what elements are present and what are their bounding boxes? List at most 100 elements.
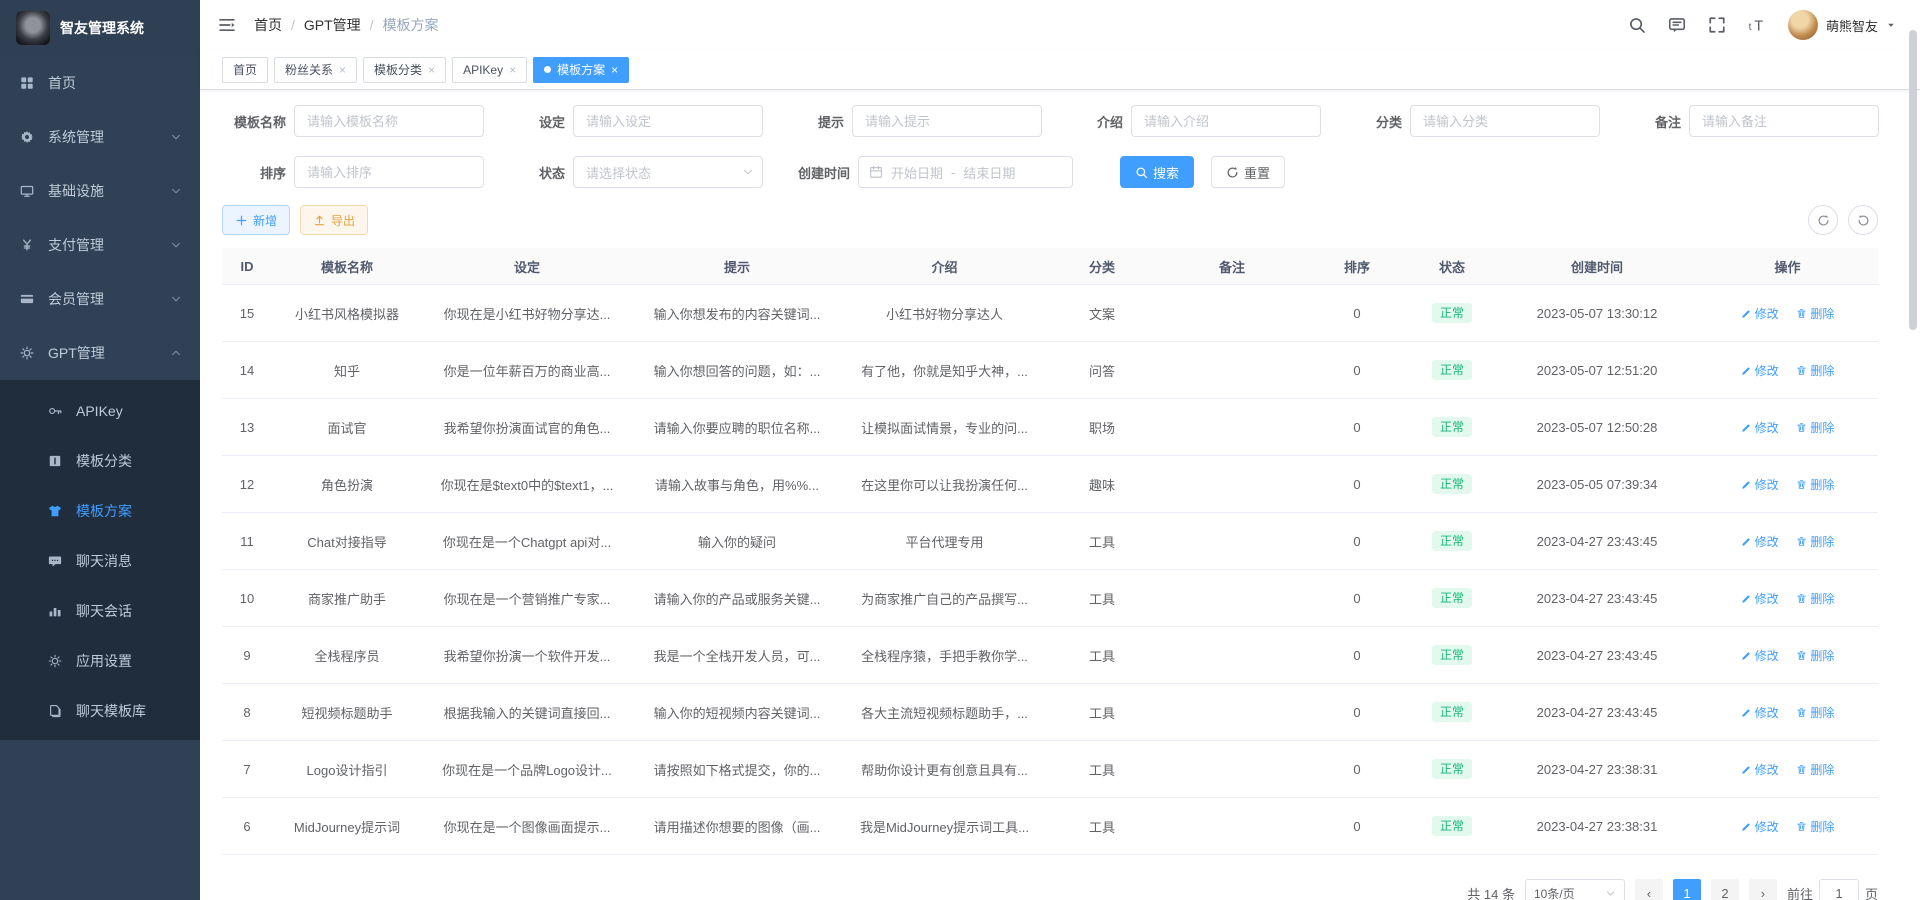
close-icon[interactable]: × <box>509 64 516 76</box>
sidebar-item-apikey[interactable]: APIKey <box>0 386 200 436</box>
fullscreen-icon[interactable] <box>1708 16 1726 34</box>
edit-link[interactable]: 修改 <box>1741 533 1779 550</box>
caret-down-icon <box>1886 20 1896 30</box>
cell-id: 12 <box>222 477 272 492</box>
delete-link[interactable]: 删除 <box>1796 533 1834 550</box>
breadcrumb: 首页 / GPT管理 / 模板方案 <box>254 15 439 35</box>
sidebar-item-home[interactable]: 首页 <box>0 56 200 110</box>
cell-intro: 在这里你可以让我扮演任何... <box>842 475 1047 494</box>
filter-sort-input[interactable] <box>294 156 484 188</box>
sidebar-item-chat-template-lib[interactable]: 聊天模板库 <box>0 686 200 736</box>
sidebar-item-template-category[interactable]: 模板分类 <box>0 436 200 486</box>
tab-label: 首页 <box>233 61 257 78</box>
export-button[interactable]: 导出 <box>300 205 368 235</box>
delete-link[interactable]: 删除 <box>1796 305 1834 322</box>
filter-category-input[interactable] <box>1410 105 1600 137</box>
filter-status-select[interactable]: 请选择状态 <box>573 156 763 188</box>
delete-link[interactable]: 删除 <box>1796 761 1834 778</box>
filter-remark-input[interactable] <box>1689 105 1879 137</box>
status-badge: 正常 <box>1432 303 1472 323</box>
sidebar-item-chat-message[interactable]: 聊天消息 <box>0 536 200 586</box>
library-icon <box>48 704 62 718</box>
tab-fans-relation[interactable]: 粉丝关系 × <box>274 57 357 83</box>
filter-setting-input[interactable] <box>573 105 763 137</box>
delete-link[interactable]: 删除 <box>1796 476 1834 493</box>
delete-link[interactable]: 删除 <box>1796 818 1834 835</box>
next-page-button[interactable]: › <box>1749 879 1777 900</box>
cell-name: 商家推广助手 <box>272 589 422 608</box>
page-size-select[interactable]: 10条/页 <box>1525 879 1625 900</box>
tab-template-category[interactable]: 模板分类 × <box>363 57 446 83</box>
sidebar-item-template-plan[interactable]: 模板方案 <box>0 486 200 536</box>
breadcrumb-current: 模板方案 <box>383 15 439 35</box>
message-icon[interactable] <box>1668 16 1686 34</box>
table-row: 7 Logo设计指引 你现在是一个品牌Logo设计... 请按照如下格式提交，你… <box>222 741 1878 798</box>
vertical-scrollbar-thumb[interactable] <box>1909 30 1917 330</box>
pencil-icon <box>1741 365 1752 376</box>
breadcrumb-separator: / <box>291 17 295 33</box>
delete-link[interactable]: 删除 <box>1796 362 1834 379</box>
tab-template-plan[interactable]: 模板方案 × <box>533 57 629 83</box>
filter-category-field: 分类 <box>1338 105 1600 137</box>
edit-link[interactable]: 修改 <box>1741 704 1779 721</box>
page-button-1[interactable]: 1 <box>1673 879 1701 900</box>
edit-link[interactable]: 修改 <box>1741 476 1779 493</box>
close-icon[interactable]: × <box>339 64 346 76</box>
user-menu[interactable]: 萌熊智友 <box>1788 10 1896 40</box>
tab-home[interactable]: 首页 <box>222 57 268 83</box>
prev-page-button[interactable]: ‹ <box>1635 879 1663 900</box>
filter-name-input[interactable] <box>294 105 484 137</box>
close-icon[interactable]: × <box>428 64 435 76</box>
status-badge: 正常 <box>1432 417 1472 437</box>
close-icon[interactable]: × <box>611 64 618 76</box>
edit-link[interactable]: 修改 <box>1741 590 1779 607</box>
tab-label: 模板分类 <box>374 61 422 78</box>
delete-link[interactable]: 删除 <box>1796 704 1834 721</box>
edit-link[interactable]: 修改 <box>1741 818 1779 835</box>
filter-setting-field: 设定 <box>501 105 763 137</box>
font-size-icon[interactable]: tT <box>1748 16 1766 34</box>
breadcrumb-gpt[interactable]: GPT管理 <box>304 15 361 35</box>
pencil-icon <box>1741 764 1752 775</box>
sidebar-item-payment[interactable]: 支付管理 <box>0 218 200 272</box>
delete-link[interactable]: 删除 <box>1796 419 1834 436</box>
sidebar-item-infrastructure[interactable]: 基础设施 <box>0 164 200 218</box>
add-button[interactable]: 新增 <box>222 205 290 235</box>
column-refresh-button[interactable] <box>1848 205 1878 235</box>
trash-icon <box>1796 593 1807 604</box>
edit-link[interactable]: 修改 <box>1741 761 1779 778</box>
filter-prompt-input[interactable] <box>852 105 1042 137</box>
app-logo-row[interactable]: 智友管理系统 <box>0 0 200 56</box>
delete-link[interactable]: 删除 <box>1796 590 1834 607</box>
date-range-picker[interactable]: 开始日期 - 结束日期 <box>858 156 1073 188</box>
cell-category: 工具 <box>1047 646 1157 665</box>
cell-status: 正常 <box>1407 531 1497 551</box>
tab-apikey[interactable]: APIKey × <box>452 57 527 83</box>
edit-link[interactable]: 修改 <box>1741 362 1779 379</box>
cell-sort: 0 <box>1307 420 1407 435</box>
cell-setting: 你现在是一个品牌Logo设计... <box>422 760 632 779</box>
edit-link[interactable]: 修改 <box>1741 419 1779 436</box>
sidebar-item-app-setting[interactable]: 应用设置 <box>0 636 200 686</box>
breadcrumb-home[interactable]: 首页 <box>254 15 282 35</box>
edit-link[interactable]: 修改 <box>1741 305 1779 322</box>
reset-button-label: 重置 <box>1244 163 1270 182</box>
reset-button[interactable]: 重置 <box>1211 156 1285 188</box>
delete-link[interactable]: 删除 <box>1796 647 1834 664</box>
sidebar-item-system[interactable]: 系统管理 <box>0 110 200 164</box>
page-button-2[interactable]: 2 <box>1711 879 1739 900</box>
dashboard-icon <box>20 76 34 90</box>
sidebar-item-member[interactable]: 会员管理 <box>0 272 200 326</box>
search-button[interactable]: 搜索 <box>1120 156 1194 188</box>
sidebar-item-gpt[interactable]: GPT管理 <box>0 326 200 380</box>
refresh-table-button[interactable] <box>1808 205 1838 235</box>
filter-intro-input[interactable] <box>1131 105 1321 137</box>
sidebar-toggle-icon[interactable] <box>218 16 236 34</box>
search-icon[interactable] <box>1628 16 1646 34</box>
sidebar-item-chat-session[interactable]: 聊天会话 <box>0 586 200 636</box>
cell-status: 正常 <box>1407 816 1497 836</box>
edit-link[interactable]: 修改 <box>1741 647 1779 664</box>
jump-page-input[interactable] <box>1819 879 1859 900</box>
sidebar-item-label: 模板方案 <box>76 501 132 521</box>
sidebar-item-label: 首页 <box>48 73 76 93</box>
